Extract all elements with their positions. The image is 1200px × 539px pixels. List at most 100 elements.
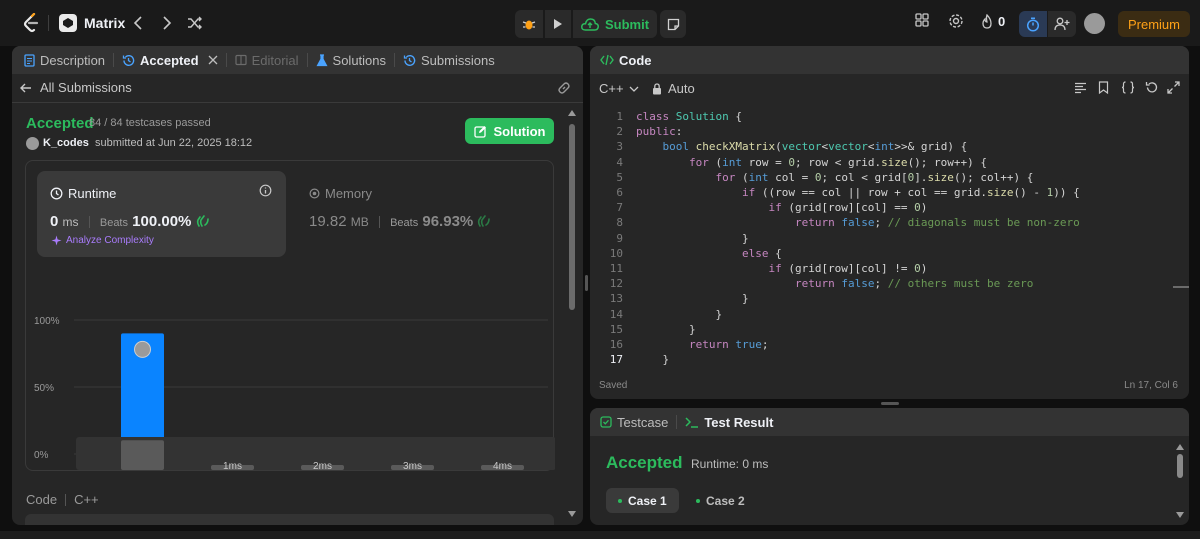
tab-solutions[interactable]: Solutions [312, 46, 390, 74]
post-solution-button[interactable]: Solution [465, 118, 554, 144]
tab-code[interactable]: Code [596, 46, 656, 74]
next-problem-icon[interactable] [157, 13, 177, 33]
submission-panel: Description Accepted Editorial Solutions… [12, 46, 583, 525]
fullscreen-icon[interactable] [1167, 81, 1180, 94]
code-text[interactable]: if (grid[row][col] == 0) [636, 201, 927, 216]
settings-gear-icon[interactable] [948, 13, 964, 29]
code-line[interactable]: 3 bool checkXMatrix(vector<vector<int>>&… [590, 140, 1189, 155]
code-line[interactable]: 9 } [590, 232, 1189, 247]
code-text[interactable]: for (int row = 0; row < grid.size(); row… [636, 156, 987, 171]
bookmark-icon[interactable] [1098, 81, 1109, 94]
code-text[interactable]: return false; // others must be zero [636, 277, 1033, 292]
problem-title[interactable]: Matrix [84, 15, 125, 31]
line-number: 4 [616, 155, 623, 169]
submission-time: submitted at Jun 22, 2025 18:12 [95, 137, 253, 149]
pass-dot [618, 498, 622, 503]
submit-button[interactable]: Submit [573, 10, 657, 38]
left-tab-bar: Description Accepted Editorial Solutions… [12, 46, 583, 74]
timer-button[interactable] [1019, 11, 1047, 37]
runtime-distribution-chart[interactable]: 100%50%0%1ms2ms3ms4ms1ms2ms3ms4ms [26, 161, 555, 472]
left-scroll-thumb[interactable] [569, 124, 575, 310]
tab-test-result[interactable]: Test Result [681, 408, 777, 436]
format-code-icon[interactable] [1074, 81, 1087, 94]
auto-mode-selector[interactable]: Auto [652, 81, 695, 96]
code-line[interactable]: 10 else { [590, 247, 1189, 262]
prev-problem-icon[interactable] [128, 13, 148, 33]
tab-description[interactable]: Description [20, 46, 109, 74]
code-text[interactable]: class Solution { [636, 110, 742, 125]
code-text[interactable]: public: [636, 125, 682, 140]
code-text[interactable]: if ((row == col || row + col == grid.siz… [636, 186, 1080, 201]
user-position-avatar [134, 340, 151, 358]
braces-icon[interactable] [1121, 81, 1135, 94]
code-text[interactable]: else { [636, 247, 782, 262]
edit-icon [473, 125, 486, 138]
code-line[interactable]: 8 return false; // diagonals must be non… [590, 216, 1189, 231]
scroll-up-arrow-icon[interactable] [1176, 444, 1184, 450]
debug-button[interactable] [515, 10, 543, 38]
case-2-tab[interactable]: Case 2 [684, 488, 757, 513]
code-text[interactable]: } [636, 323, 696, 338]
code-text[interactable]: for (int col = 0; col < grid[0].size(); … [636, 171, 1033, 186]
scroll-up-arrow-icon[interactable] [568, 110, 576, 116]
code-line[interactable]: 17 } [590, 353, 1189, 368]
code-line[interactable]: 5 for (int col = 0; col < grid[0].size()… [590, 171, 1189, 186]
tab-accepted[interactable]: Accepted [118, 46, 222, 74]
invite-user-button[interactable] [1048, 11, 1076, 37]
scroll-down-arrow-icon[interactable] [1176, 512, 1184, 518]
save-status: Saved [599, 380, 628, 391]
code-line[interactable]: 1 class Solution { [590, 110, 1189, 125]
notes-button[interactable] [660, 10, 686, 38]
tab-editorial[interactable]: Editorial [231, 46, 303, 74]
language-selector[interactable]: C++ [599, 81, 639, 96]
close-tab-icon[interactable] [208, 55, 218, 65]
code-line[interactable]: 7 if (grid[row][col] == 0) [590, 201, 1189, 216]
code-text[interactable]: return false; // diagonals must be non-z… [636, 216, 1080, 231]
code-scroll-marker[interactable] [1173, 286, 1189, 288]
scroll-down-arrow-icon[interactable] [568, 511, 576, 517]
vertical-resize-handle[interactable] [585, 275, 588, 291]
case-1-tab[interactable]: Case 1 [606, 488, 679, 513]
tab-testcase[interactable]: Testcase [596, 408, 672, 436]
code-line[interactable]: 15 } [590, 323, 1189, 338]
code-text[interactable]: } [636, 308, 722, 323]
premium-button[interactable]: Premium [1118, 11, 1190, 37]
code-text[interactable]: } [636, 232, 749, 247]
submitter-avatar[interactable] [26, 137, 39, 150]
submitter-name[interactable]: K_codes [43, 137, 89, 149]
code-line[interactable]: 2 public: [590, 125, 1189, 140]
all-submissions-link[interactable]: All Submissions [20, 80, 132, 95]
code-editor[interactable]: 1 class Solution {2 public: 3 bool checkXMa… [590, 108, 1189, 368]
code-line[interactable]: 12 return false; // others must be zero [590, 277, 1189, 292]
share-link-icon[interactable] [557, 81, 571, 95]
user-avatar[interactable] [1084, 13, 1105, 34]
shuffle-icon[interactable] [185, 13, 205, 33]
overview-tick-label: 2ms [313, 461, 332, 472]
code-text[interactable]: bool checkXMatrix(vector<vector<int>>& g… [636, 140, 968, 155]
code-line[interactable]: 16 return true; [590, 338, 1189, 353]
problem-list-icon[interactable] [59, 14, 77, 32]
horizontal-resize-handle[interactable] [881, 402, 899, 405]
reset-code-icon[interactable] [1145, 81, 1158, 94]
leetcode-logo-icon[interactable] [22, 13, 40, 33]
code-line[interactable]: 4 for (int row = 0; row < grid.size(); r… [590, 156, 1189, 171]
solution-label: Solution [493, 123, 546, 139]
test-scroll-thumb[interactable] [1177, 454, 1183, 478]
code-line[interactable]: 6 if ((row == col || row + col == grid.s… [590, 186, 1189, 201]
streak-counter[interactable]: 0 [981, 14, 1005, 29]
code-text[interactable]: if (grid[row][col] != 0) [636, 262, 927, 277]
code-brackets-icon [600, 54, 614, 66]
code-text[interactable]: } [636, 292, 749, 307]
tab-submissions[interactable]: Submissions [399, 46, 499, 74]
code-line[interactable]: 11 if (grid[row][col] != 0) [590, 262, 1189, 277]
run-button[interactable] [545, 10, 571, 38]
code-text[interactable]: } [636, 353, 669, 368]
history-icon [122, 54, 135, 66]
code-line[interactable]: 13 } [590, 292, 1189, 307]
tab-divider [394, 53, 396, 67]
performance-card: Runtime 0 ms Beats 100.00% Analyze Compl… [25, 160, 555, 472]
layout-icon[interactable] [915, 13, 929, 27]
tab-code-label: Code [619, 52, 652, 68]
code-line[interactable]: 14 } [590, 308, 1189, 323]
code-text[interactable]: return true; [636, 338, 769, 353]
